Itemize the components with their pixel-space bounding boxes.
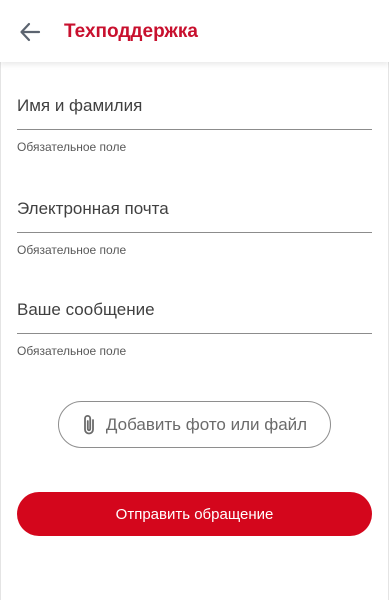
attach-file-label: Добавить фото или файл [105, 414, 308, 434]
frame-edge-left [0, 0, 1, 600]
paperclip-icon [82, 414, 96, 436]
name-field: Обязательное поле [17, 88, 372, 155]
arrow-left-icon [20, 22, 41, 42]
submit-request-label: Отправить обращение [115, 505, 274, 523]
email-required-hint: Обязательное поле [17, 243, 127, 257]
email-field: Обязательное поле [17, 191, 372, 258]
message-field: Обязательное поле [17, 292, 372, 359]
back-button[interactable] [12, 14, 48, 50]
name-input[interactable] [17, 88, 372, 130]
name-required-hint: Обязательное поле [17, 140, 127, 154]
submit-request-button[interactable]: Отправить обращение [17, 492, 372, 536]
app-header: Техподдержка [0, 0, 389, 62]
email-input[interactable] [17, 191, 372, 233]
attach-file-button[interactable]: Добавить фото или файл [58, 401, 331, 448]
page-title: Техподдержка [64, 21, 198, 42]
message-required-hint: Обязательное поле [17, 344, 127, 358]
message-input[interactable] [17, 292, 372, 334]
